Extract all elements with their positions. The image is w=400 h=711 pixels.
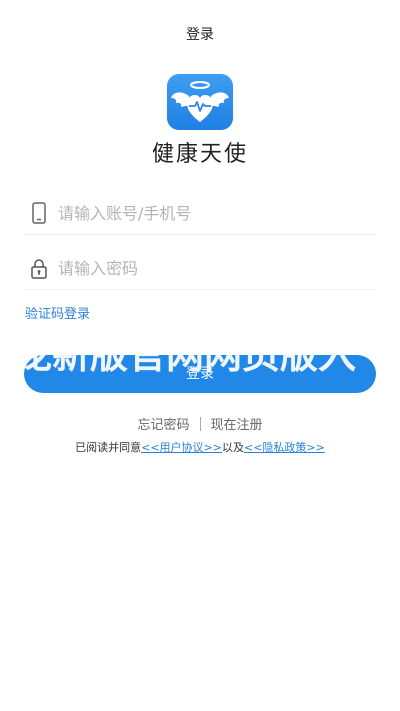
user-agreement-link[interactable]: <<用户协议>> — [141, 441, 222, 454]
phone-input[interactable] — [58, 198, 358, 228]
login-button[interactable]: 登录 — [24, 355, 376, 393]
phone-field — [24, 194, 376, 235]
app-name: 健康天使 — [151, 142, 248, 167]
lock-icon — [31, 259, 47, 279]
agreement-text: 已阅读并同意<<用户协议>>以及<<隐私政策>> — [0, 439, 400, 455]
password-field — [24, 249, 376, 290]
password-input[interactable] — [58, 253, 358, 283]
agreement-prefix: 已阅读并同意 — [75, 441, 142, 454]
login-button-label: 登录 — [186, 366, 214, 382]
phone-icon — [32, 202, 46, 224]
link-divider — [199, 417, 201, 431]
account-links: 忘记密码 现在注册 — [0, 414, 400, 433]
register-link[interactable]: 现在注册 — [211, 418, 263, 433]
page-title: 登录 — [186, 27, 214, 43]
privacy-policy-link[interactable]: <<隐私政策>> — [244, 441, 325, 454]
sms-login-link[interactable]: 验证码登录 — [25, 303, 90, 322]
forgot-password-link[interactable]: 忘记密码 — [137, 418, 189, 433]
app-logo — [167, 74, 233, 130]
angel-heart-icon — [171, 81, 229, 122]
agreement-middle: 以及 — [222, 441, 244, 454]
